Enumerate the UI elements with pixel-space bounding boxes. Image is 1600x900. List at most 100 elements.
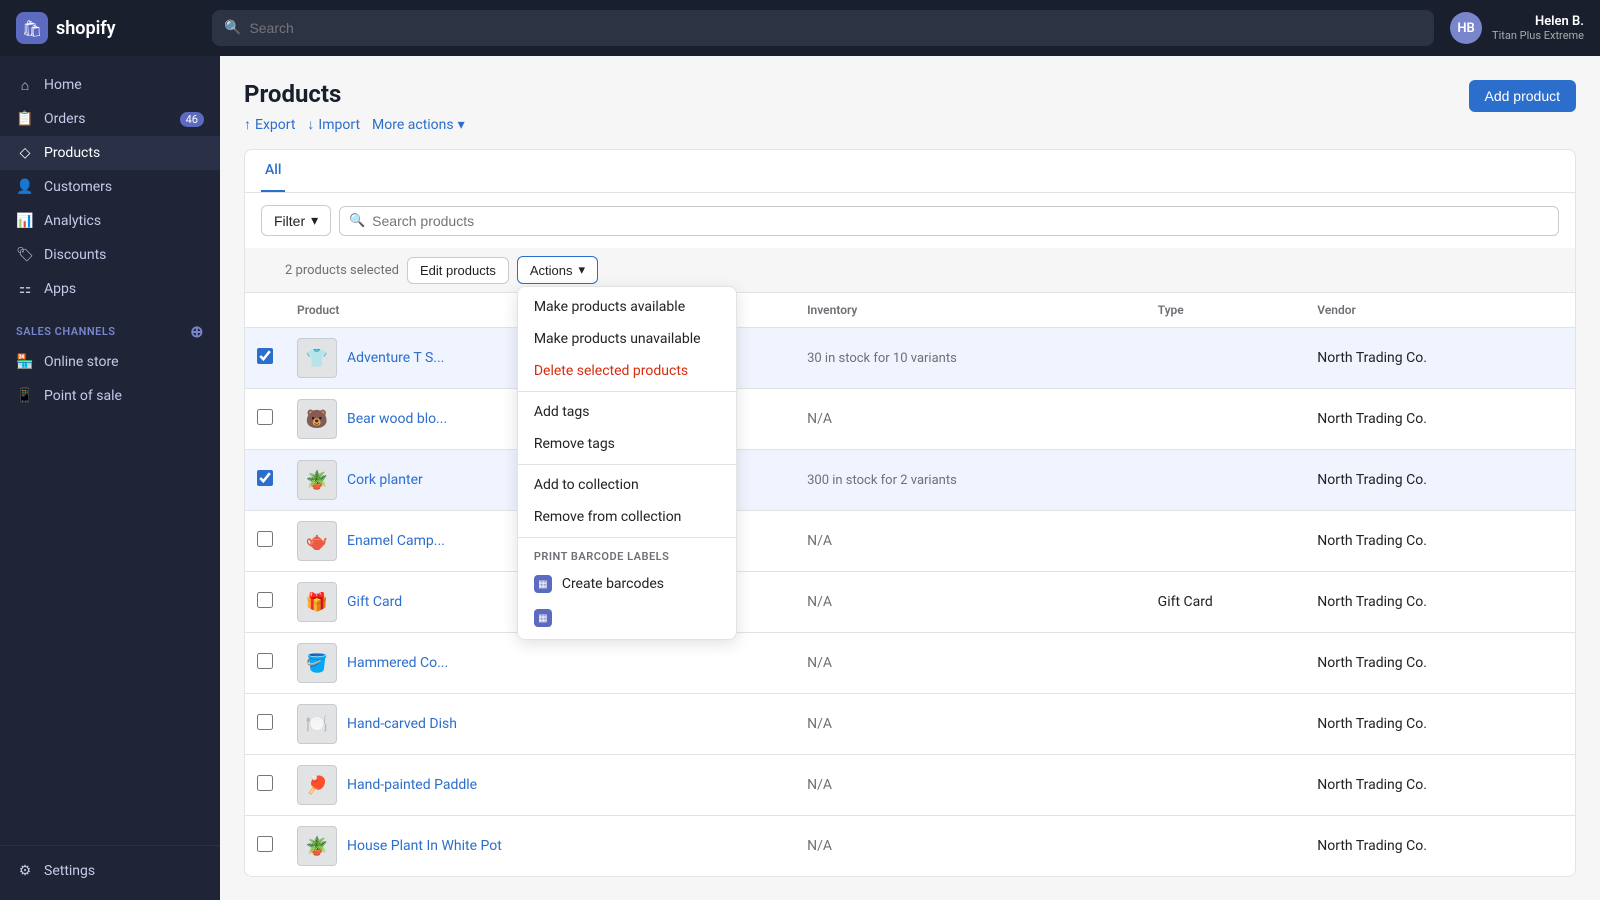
row-checkbox-cell [245, 450, 285, 511]
row-product-cell: 🏓 Hand-painted Paddle [285, 755, 747, 816]
search-icon: 🔍 [224, 20, 241, 36]
product-link[interactable]: Gift Card [347, 594, 402, 610]
product-link[interactable]: Enamel Camp... [347, 533, 445, 549]
analytics-icon: 📊 [16, 212, 34, 230]
dropdown-item-add-tags[interactable]: Add tags [518, 396, 736, 428]
dropdown-item-print-barcode[interactable]: ▦ Create barcodes [518, 567, 736, 601]
row-checkbox-cell [245, 694, 285, 755]
actions-button[interactable]: Actions ▾ [517, 256, 598, 284]
inventory-value: 30 in stock for 10 variants [807, 351, 957, 366]
row-inventory-cell: N/A [795, 389, 1146, 450]
row-type-cell [1146, 389, 1306, 450]
product-thumb: 🫖 [297, 521, 337, 561]
row-type-cell: Gift Card [1146, 572, 1306, 633]
tab-all[interactable]: All [261, 150, 285, 192]
inventory-value: N/A [807, 777, 832, 793]
sidebar-item-home[interactable]: ⌂ Home [0, 68, 220, 102]
sidebar-item-online-store[interactable]: 🏪 Online store [0, 345, 220, 379]
row-type-cell [1146, 633, 1306, 694]
row-checkbox[interactable] [257, 592, 273, 608]
product-link[interactable]: Hammered Co... [347, 655, 448, 671]
row-status-cell [747, 389, 795, 450]
row-inventory-cell: N/A [795, 511, 1146, 572]
sidebar-item-apps[interactable]: ⚏ Apps [0, 272, 220, 306]
row-checkbox[interactable] [257, 470, 273, 486]
dropdown-item-remove-collection[interactable]: Remove from collection [518, 501, 736, 533]
sidebar-item-label: Settings [44, 863, 95, 879]
export-link[interactable]: ↑ Export [244, 116, 295, 133]
product-link[interactable]: Hand-painted Paddle [347, 777, 477, 793]
add-product-button[interactable]: Add product [1469, 80, 1577, 112]
logo-area: 🛍 shopify [16, 12, 196, 44]
inventory-value: N/A [807, 655, 832, 671]
barcode-app-icon: ▦ [534, 575, 552, 593]
row-status-cell [747, 328, 795, 389]
filter-button[interactable]: Filter ▾ [261, 205, 331, 236]
selection-bar: 2 products selected Edit products Action… [245, 248, 1575, 293]
vendor-value: North Trading Co. [1317, 350, 1427, 366]
th-status [747, 293, 795, 328]
sidebar-item-point-of-sale[interactable]: 📱 Point of sale [0, 379, 220, 413]
product-link[interactable]: House Plant In White Pot [347, 838, 502, 854]
dropdown-item-make-unavailable[interactable]: Make products unavailable [518, 323, 736, 355]
row-checkbox-cell [245, 633, 285, 694]
dropdown-divider-3 [518, 537, 736, 538]
row-status-cell [747, 694, 795, 755]
sidebar-item-analytics[interactable]: 📊 Analytics [0, 204, 220, 238]
dropdown-item-add-collection[interactable]: Add to collection [518, 469, 736, 501]
orders-badge: 46 [180, 112, 204, 127]
sidebar-item-customers[interactable]: 👤 Customers [0, 170, 220, 204]
sidebar-item-label: Discounts [44, 247, 106, 263]
table-row: 🪴 House Plant In White Pot N/A North Tra… [245, 816, 1575, 877]
row-product-cell: 🪴 House Plant In White Pot [285, 816, 747, 877]
inventory-value: N/A [807, 838, 832, 854]
row-checkbox[interactable] [257, 714, 273, 730]
edit-products-button[interactable]: Edit products [407, 257, 509, 284]
row-checkbox[interactable] [257, 531, 273, 547]
sidebar-item-label: Apps [44, 281, 76, 297]
discounts-icon: 🏷 [16, 246, 34, 264]
table-row: 🪣 Hammered Co... N/A North Trading Co. [245, 633, 1575, 694]
sidebar-item-orders[interactable]: 📋 Orders 46 [0, 102, 220, 136]
inventory-value: 300 in stock for 2 variants [807, 473, 957, 488]
dropdown-divider-2 [518, 464, 736, 465]
row-checkbox-cell [245, 816, 285, 877]
product-thumb: 👕 [297, 338, 337, 378]
sidebar-item-products[interactable]: ◇ Products [0, 136, 220, 170]
product-link[interactable]: Cork planter [347, 472, 423, 488]
row-inventory-cell: N/A [795, 633, 1146, 694]
inventory-value: N/A [807, 533, 832, 549]
products-search-input[interactable] [339, 206, 1559, 236]
apps-icon: ⚏ [16, 280, 34, 298]
row-checkbox-cell [245, 328, 285, 389]
sidebar-item-settings[interactable]: ⚙ Settings [0, 854, 220, 888]
product-link[interactable]: Bear wood blo... [347, 411, 447, 427]
import-link[interactable]: ↓ Import [307, 116, 360, 133]
global-search-input[interactable] [249, 20, 1422, 36]
row-checkbox[interactable] [257, 348, 273, 364]
dropdown-item-create-barcodes[interactable]: ▦ [518, 601, 736, 635]
dropdown-item-make-available[interactable]: Make products available [518, 291, 736, 323]
row-checkbox[interactable] [257, 653, 273, 669]
th-checkbox [245, 293, 285, 328]
table-row: 🫖 Enamel Camp... N/A North Trading Co. [245, 511, 1575, 572]
dropdown-item-delete[interactable]: Delete selected products [518, 355, 736, 387]
product-link[interactable]: Adventure T S... [347, 350, 444, 366]
home-icon: ⌂ [16, 76, 34, 94]
dropdown-item-remove-tags[interactable]: Remove tags [518, 428, 736, 460]
more-actions-link[interactable]: More actions ▾ [372, 117, 465, 133]
table-row: 🪴 Cork planter 300 in stock for 2 varian… [245, 450, 1575, 511]
row-checkbox[interactable] [257, 775, 273, 791]
table-row: 🏓 Hand-painted Paddle N/A North Trading … [245, 755, 1575, 816]
import-icon: ↓ [307, 116, 314, 133]
add-channel-icon[interactable]: ⊕ [190, 322, 204, 341]
row-checkbox[interactable] [257, 409, 273, 425]
sidebar-item-discounts[interactable]: 🏷 Discounts [0, 238, 220, 272]
row-checkbox[interactable] [257, 836, 273, 852]
product-link[interactable]: Hand-carved Dish [347, 716, 457, 732]
table-row: 👕 Adventure T S... 30 in stock for 10 va… [245, 328, 1575, 389]
row-inventory-cell: N/A [795, 816, 1146, 877]
avatar: HB [1450, 12, 1482, 44]
sidebar-item-label: Products [44, 145, 100, 161]
global-search-bar[interactable]: 🔍 [212, 10, 1434, 46]
